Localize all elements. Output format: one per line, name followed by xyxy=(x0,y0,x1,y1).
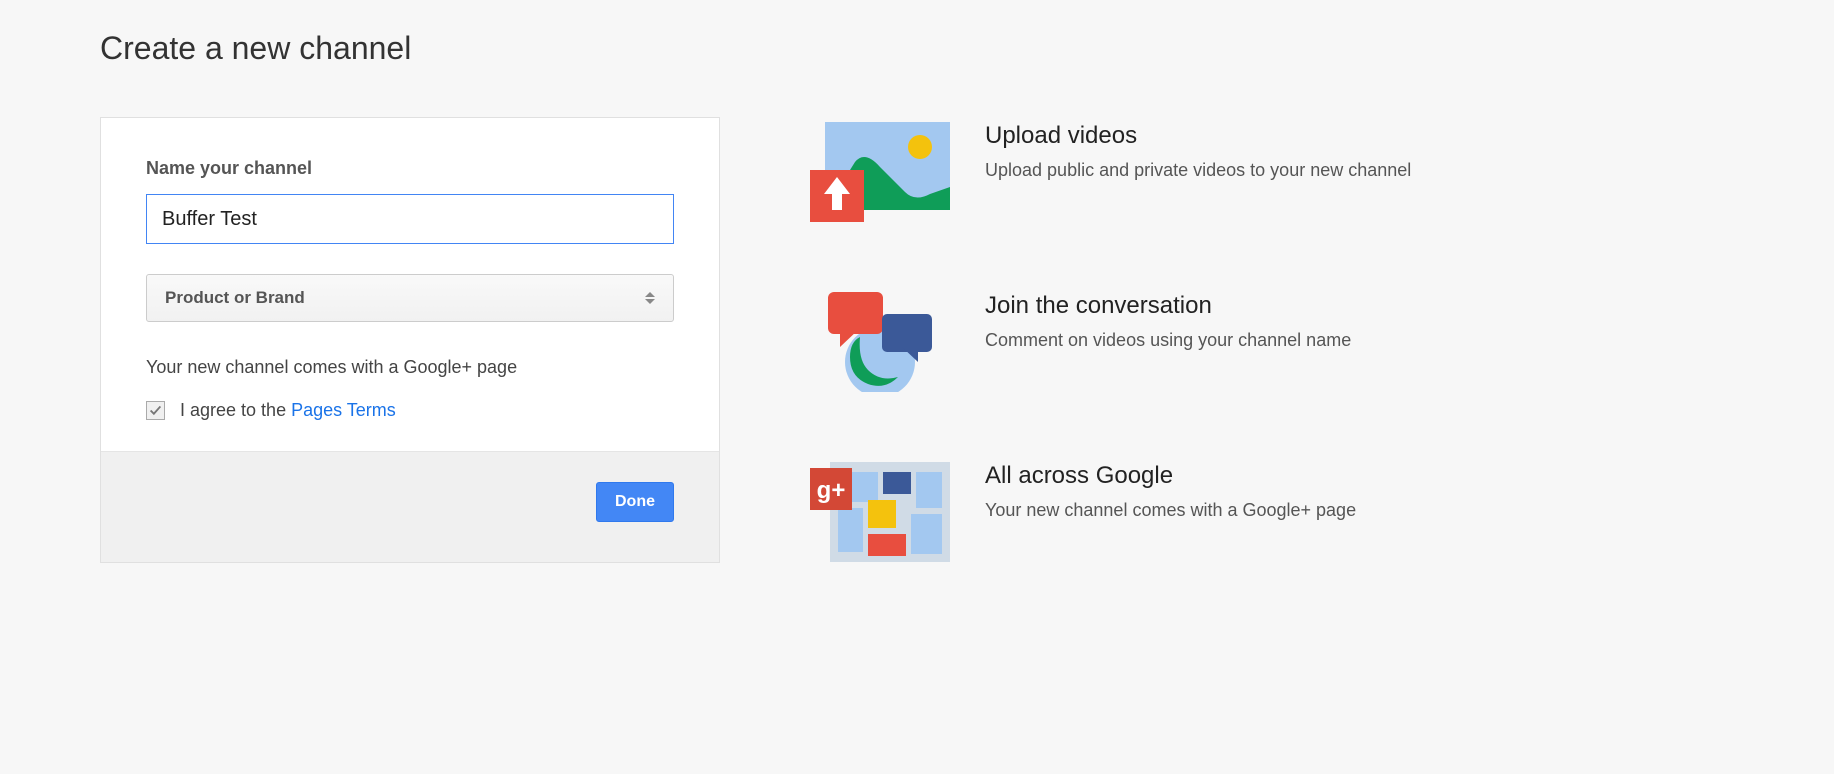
category-select-value: Product or Brand xyxy=(165,288,305,308)
features-list: Upload videos Upload public and private … xyxy=(810,117,1411,562)
upload-videos-icon xyxy=(810,122,950,222)
feature-upload-description: Upload public and private videos to your… xyxy=(985,160,1411,181)
feature-upload: Upload videos Upload public and private … xyxy=(810,122,1411,222)
checkmark-icon xyxy=(149,404,162,417)
feature-google: g+ All across Google Your new channel co… xyxy=(810,462,1411,562)
conversation-icon xyxy=(810,292,950,392)
agree-prefix: I agree to the xyxy=(180,400,291,420)
google-plus-icon: g+ xyxy=(810,462,950,562)
done-button[interactable]: Done xyxy=(596,482,674,522)
feature-google-description: Your new channel comes with a Google+ pa… xyxy=(985,500,1356,521)
feature-upload-title: Upload videos xyxy=(985,122,1411,150)
updown-icon xyxy=(645,292,655,304)
agree-checkbox[interactable] xyxy=(146,401,165,420)
feature-conversation-description: Comment on videos using your channel nam… xyxy=(985,330,1351,351)
channel-name-label: Name your channel xyxy=(146,158,674,179)
feature-conversation: Join the conversation Comment on videos … xyxy=(810,292,1411,392)
feature-google-title: All across Google xyxy=(985,462,1356,490)
page-title: Create a new channel xyxy=(100,30,1734,67)
category-select[interactable]: Product or Brand xyxy=(146,274,674,322)
channel-name-input[interactable] xyxy=(146,194,674,244)
create-channel-form: Name your channel Product or Brand Your … xyxy=(100,117,720,563)
agree-label: I agree to the Pages Terms xyxy=(180,400,396,421)
pages-terms-link[interactable]: Pages Terms xyxy=(291,400,396,420)
feature-conversation-title: Join the conversation xyxy=(985,292,1351,320)
google-plus-info: Your new channel comes with a Google+ pa… xyxy=(146,357,674,378)
svg-text:g+: g+ xyxy=(817,477,846,504)
